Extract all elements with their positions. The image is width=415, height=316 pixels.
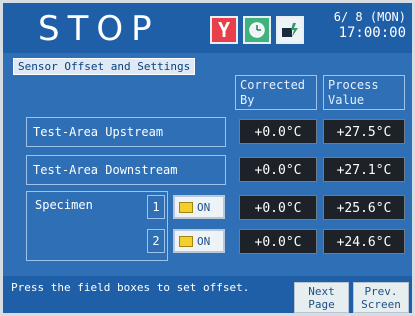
process-column-header: Process Value bbox=[323, 75, 405, 110]
clock-glyph-icon bbox=[249, 22, 265, 38]
clock-icon[interactable] bbox=[243, 16, 271, 44]
specimen-label: Specimen bbox=[35, 198, 93, 212]
downstream-offset-value[interactable]: +0.0°C bbox=[239, 157, 317, 182]
downstream-field[interactable]: Test-Area Downstream bbox=[26, 155, 226, 185]
specimen-1-toggle[interactable]: ON bbox=[173, 195, 225, 219]
time-text: 17:00:00 bbox=[338, 25, 406, 41]
bottom-bar: Press the field boxes to set offset. Nex… bbox=[3, 276, 412, 313]
specimen-number: 2 bbox=[147, 229, 165, 253]
date-text: 6/ 8 (MON) bbox=[333, 10, 406, 24]
upstream-field[interactable]: Test-Area Upstream bbox=[26, 117, 226, 147]
specimen-number: 1 bbox=[147, 195, 165, 219]
page-title: Sensor Offset and Settings bbox=[13, 58, 196, 75]
upstream-offset-value[interactable]: +0.0°C bbox=[239, 119, 317, 144]
top-bar: STOP Y 6/ 8 (MON) 17:00:00 bbox=[3, 3, 412, 53]
operation-screen: STOP Y 6/ 8 (MON) 17:00:00 Sensor Offset… bbox=[3, 3, 412, 313]
specimen-1-offset-value[interactable]: +0.0°C bbox=[239, 195, 317, 220]
specimen-2-toggle[interactable]: ON bbox=[173, 229, 225, 253]
toggle-label: ON bbox=[197, 234, 211, 248]
network-glyph-icon bbox=[282, 23, 298, 37]
indicator-icon bbox=[179, 235, 193, 247]
specimen-2-offset-value[interactable]: +0.0°C bbox=[239, 229, 317, 254]
prev-screen-button[interactable]: Prev. Screen bbox=[353, 282, 409, 313]
toggle-label: ON bbox=[197, 200, 211, 214]
specimen-2-process-value: +24.6°C bbox=[323, 229, 405, 254]
indicator-icon bbox=[179, 201, 193, 213]
clock-display: 6/ 8 (MON) 17:00:00 bbox=[334, 9, 406, 41]
run-status: STOP bbox=[38, 9, 160, 49]
next-page-button[interactable]: Next Page bbox=[294, 282, 349, 313]
network-icon[interactable] bbox=[276, 16, 304, 44]
corrected-column-header: Corrected By bbox=[235, 75, 317, 110]
alarm-icon[interactable]: Y bbox=[210, 16, 238, 44]
downstream-process-value: +27.1°C bbox=[323, 157, 405, 182]
specimen-1-process-value: +25.6°C bbox=[323, 195, 405, 220]
help-text: Press the field boxes to set offset. bbox=[11, 281, 250, 294]
upstream-process-value: +27.5°C bbox=[323, 119, 405, 144]
